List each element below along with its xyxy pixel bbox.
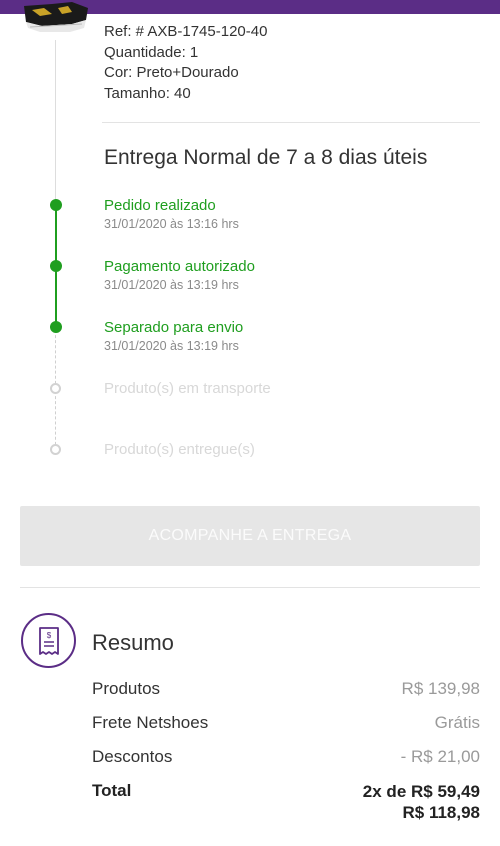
- step-label: Produto(s) entregue(s): [104, 441, 255, 458]
- product-quantity: Quantidade: 1: [104, 43, 199, 61]
- step-payment-authorized: Pagamento autorizado 31/01/2020 às 13:19…: [104, 258, 255, 294]
- step-label: Pagamento autorizado: [104, 258, 255, 275]
- delivery-title: Entrega Normal de 7 a 8 dias úteis: [104, 146, 428, 169]
- timeline-line-upper: [55, 40, 56, 205]
- sneaker-image: [24, 2, 88, 32]
- step-delivered: Produto(s) entregue(s): [104, 441, 255, 459]
- step-dot-done: [50, 321, 62, 333]
- product-size: Tamanho: 40: [104, 84, 191, 102]
- step-dot-pending: [50, 444, 61, 455]
- step-time: 31/01/2020 às 13:19 hrs: [104, 278, 239, 292]
- step-label: Pedido realizado: [104, 197, 216, 214]
- summary-row-discounts: Descontos - R$ 21,00: [92, 747, 480, 769]
- row-value: R$ 139,98: [401, 679, 480, 698]
- step-dot-pending: [50, 383, 61, 394]
- product-thumbnail[interactable]: [22, 0, 90, 36]
- divider: [20, 587, 480, 588]
- product-details: Ref: # AXB-1745-120-40 Quantidade: 1 Cor…: [104, 22, 267, 104]
- step-label: Produto(s) em transporte: [104, 380, 271, 397]
- row-value: - R$ 21,00: [400, 747, 480, 766]
- row-label: Descontos: [92, 747, 173, 766]
- step-dot-done: [50, 199, 62, 211]
- row-value: Grátis: [434, 713, 480, 732]
- row-label: Produtos: [92, 679, 161, 698]
- summary-row-shipping: Frete Netshoes Grátis: [92, 713, 480, 735]
- track-delivery-button[interactable]: ACOMPANHE A ENTREGA: [20, 506, 480, 566]
- step-dot-done: [50, 260, 62, 272]
- step-order-placed: Pedido realizado 31/01/2020 às 13:16 hrs: [104, 197, 239, 233]
- row-label: Frete Netshoes: [92, 713, 209, 732]
- step-in-transit: Produto(s) em transporte: [104, 380, 271, 398]
- total-label: Total: [92, 781, 132, 800]
- step-label: Separado para envio: [104, 319, 244, 336]
- total-values: 2x de R$ 59,49 R$ 118,98: [363, 781, 480, 823]
- divider: [102, 122, 480, 123]
- summary-title: Resumo: [92, 630, 174, 655]
- product-ref: Ref: # AXB-1745-120-40: [104, 23, 268, 40]
- total-installments: 2x de R$ 59,49: [362, 782, 480, 801]
- step-time: 31/01/2020 às 13:19 hrs: [104, 339, 239, 353]
- receipt-icon: $: [21, 613, 76, 668]
- step-time: 31/01/2020 às 13:16 hrs: [104, 217, 239, 231]
- svg-text:$: $: [46, 631, 51, 640]
- total-amount: R$ 118,98: [402, 803, 480, 822]
- summary-row-products: Produtos R$ 139,98: [92, 679, 480, 701]
- summary-row-total: Total 2x de R$ 59,49 R$ 118,98: [92, 781, 480, 825]
- step-separated: Separado para envio 31/01/2020 às 13:19 …: [104, 319, 243, 355]
- product-color: Cor: Preto+Dourado: [104, 64, 239, 81]
